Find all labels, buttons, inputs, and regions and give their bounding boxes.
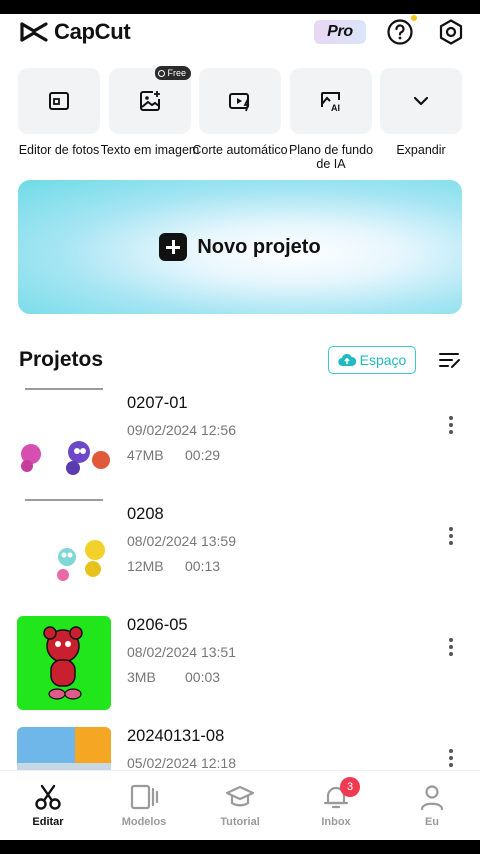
tool-text-to-image[interactable]: Free Texto em imagem bbox=[101, 66, 199, 157]
nav-inbox[interactable]: 3 Inbox bbox=[296, 777, 376, 828]
thumbnail-image bbox=[17, 394, 111, 488]
more-vert-icon[interactable] bbox=[446, 416, 456, 438]
auto-cut-icon bbox=[229, 93, 250, 112]
project-size: 3MB bbox=[127, 669, 156, 685]
project-duration: 00:03 bbox=[185, 669, 221, 685]
capcut-logo: CapCut bbox=[20, 19, 131, 45]
tool-photo-editor-box[interactable] bbox=[18, 68, 100, 134]
inbox-count-badge: 3 bbox=[340, 777, 360, 797]
nav-tutorial[interactable]: Tutorial bbox=[200, 781, 280, 828]
projects-header: Projetos Espaço bbox=[0, 344, 480, 380]
nav-eu[interactable]: Eu bbox=[392, 781, 472, 828]
tool-text-to-image-box[interactable]: Free bbox=[109, 66, 191, 134]
quick-tools-row: Editor de fotos Free Texto em imagem Cor… bbox=[0, 66, 480, 178]
thumb-stack-line bbox=[25, 499, 103, 501]
tool-ai-background[interactable]: AI Plano de fundo de IA bbox=[289, 68, 373, 171]
project-name: 0208 bbox=[127, 505, 164, 523]
nav-label: Inbox bbox=[321, 816, 351, 828]
new-project-button[interactable]: Novo projeto bbox=[18, 180, 462, 314]
scissors-icon bbox=[35, 784, 61, 810]
settings-gear-icon[interactable] bbox=[437, 18, 465, 46]
project-duration: 00:13 bbox=[185, 558, 221, 574]
help-icon[interactable] bbox=[386, 18, 414, 46]
profile-icon bbox=[420, 785, 444, 811]
nav-label: Editar bbox=[32, 816, 64, 828]
project-size: 12MB bbox=[127, 558, 164, 574]
ai-background-icon: AI bbox=[321, 92, 340, 113]
tool-label: Texto em imagem bbox=[100, 143, 200, 157]
svg-text:AI: AI bbox=[331, 103, 340, 113]
nav-label: Modelos bbox=[121, 816, 167, 828]
text-to-image-icon bbox=[140, 91, 160, 111]
project-date: 09/02/2024 12:56 bbox=[127, 422, 236, 438]
capcut-logo-icon bbox=[20, 22, 48, 42]
space-button[interactable]: Espaço bbox=[328, 346, 416, 374]
project-date: 05/02/2024 12:18 bbox=[127, 755, 236, 771]
project-name: 0206-05 bbox=[127, 616, 188, 634]
thumbnail-image bbox=[17, 505, 111, 599]
project-name: 0207-01 bbox=[127, 394, 188, 412]
project-date: 08/02/2024 13:59 bbox=[127, 533, 236, 549]
tool-label: Editor de fotos bbox=[18, 143, 100, 157]
tool-label: Expandir bbox=[396, 143, 446, 157]
cloud-upload-icon bbox=[337, 353, 356, 367]
new-project-label: Novo projeto bbox=[197, 235, 321, 258]
free-badge: Free bbox=[155, 66, 191, 80]
notification-dot bbox=[411, 15, 417, 21]
tool-photo-editor[interactable]: Editor de fotos bbox=[18, 68, 100, 157]
tool-auto-cut-box[interactable] bbox=[199, 68, 281, 134]
pro-button[interactable]: Pro bbox=[314, 20, 366, 44]
projects-title: Projetos bbox=[19, 348, 104, 371]
project-date: 08/02/2024 13:51 bbox=[127, 644, 236, 660]
project-size: 47MB bbox=[127, 447, 164, 463]
nav-label: Tutorial bbox=[220, 816, 260, 828]
project-item[interactable]: 0207-01 09/02/2024 12:56 47MB 00:29 bbox=[0, 388, 480, 498]
project-item[interactable]: 0206-05 08/02/2024 13:51 3MB 00:03 bbox=[0, 616, 480, 720]
project-item[interactable]: 0208 08/02/2024 13:59 12MB 00:13 bbox=[0, 499, 480, 609]
tool-ai-background-box[interactable]: AI bbox=[290, 68, 372, 134]
templates-icon bbox=[130, 784, 159, 810]
project-thumbnail[interactable] bbox=[17, 394, 111, 488]
app-screen: CapCut Pro Editor de fotos Free Texto em… bbox=[0, 14, 480, 840]
plus-icon bbox=[159, 233, 188, 261]
thumb-stack-line bbox=[25, 388, 103, 390]
project-thumbnail[interactable] bbox=[17, 616, 111, 710]
thumbnail-image bbox=[17, 616, 111, 710]
app-name: CapCut bbox=[54, 19, 131, 44]
project-thumbnail[interactable] bbox=[17, 505, 111, 599]
nav-label: Eu bbox=[424, 816, 440, 828]
tool-expand-box[interactable] bbox=[380, 68, 462, 134]
nav-editar[interactable]: Editar bbox=[8, 781, 88, 828]
graduation-cap-icon bbox=[225, 785, 255, 807]
nav-modelos[interactable]: Modelos bbox=[104, 781, 184, 828]
top-header: CapCut Pro bbox=[0, 14, 480, 54]
more-vert-icon[interactable] bbox=[446, 527, 456, 549]
more-vert-icon[interactable] bbox=[446, 749, 456, 771]
bottom-nav: Editar Modelos Tutorial 3 Inbox Eu bbox=[0, 770, 480, 840]
tool-auto-cut[interactable]: Corte automático bbox=[192, 68, 288, 157]
chevron-down-icon bbox=[413, 96, 429, 106]
tool-label: Plano de fundo de IA bbox=[288, 143, 374, 171]
project-name: 20240131-08 bbox=[127, 727, 225, 745]
tool-expand[interactable]: Expandir bbox=[380, 68, 462, 157]
tool-label: Corte automático bbox=[192, 143, 288, 157]
more-vert-icon[interactable] bbox=[446, 638, 456, 660]
space-label: Espaço bbox=[359, 352, 407, 368]
project-duration: 00:29 bbox=[185, 447, 221, 463]
photo-editor-icon bbox=[49, 92, 69, 110]
sort-edit-icon[interactable] bbox=[438, 350, 462, 370]
